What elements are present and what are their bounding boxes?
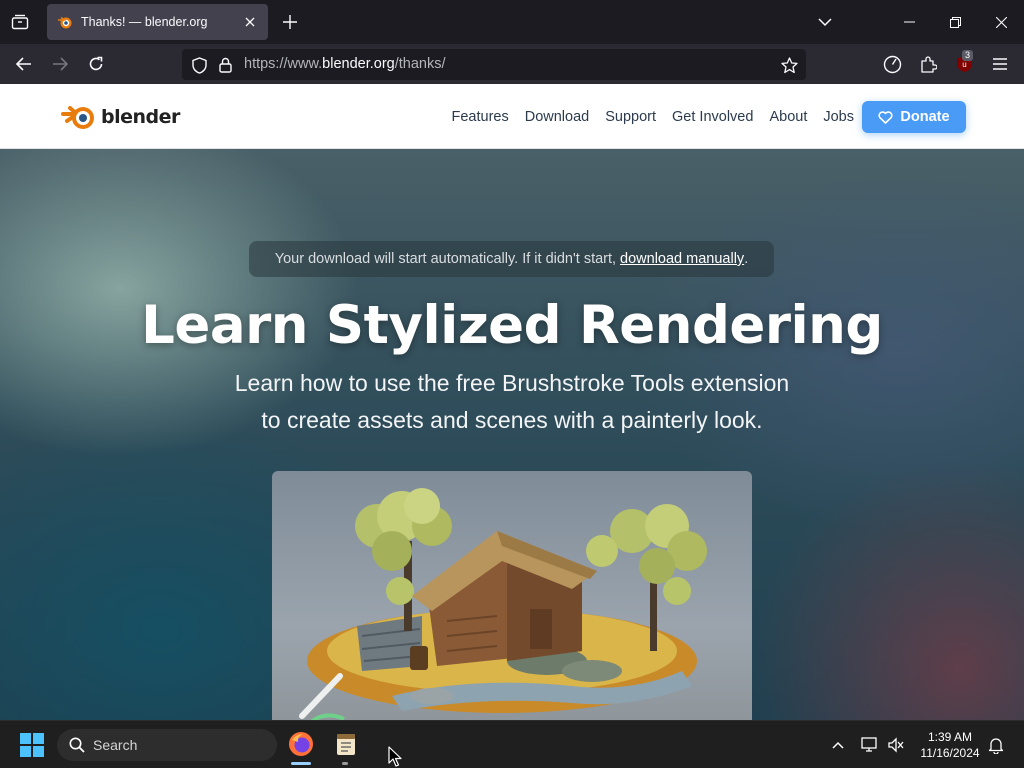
site-header: blender Features Download Support Get In… xyxy=(0,84,1024,149)
browser-tab-bar: Thanks! — blender.org xyxy=(0,0,1024,44)
tab-list-icon[interactable] xyxy=(8,10,32,34)
taskbar-clock[interactable]: 1:39 AM 11/16/2024 xyxy=(915,729,985,761)
volume-muted-icon[interactable] xyxy=(886,735,906,755)
hero-subtitle-line-1: Learn how to use the free Brushstroke To… xyxy=(234,370,790,396)
nav-jobs[interactable]: Jobs xyxy=(823,109,854,125)
tab-close-icon[interactable] xyxy=(242,14,258,30)
app-menu-icon[interactable] xyxy=(988,52,1012,76)
clock-date: 11/16/2024 xyxy=(920,746,980,760)
hero-section: Your download will start automatically. … xyxy=(0,149,1024,720)
back-icon[interactable] xyxy=(12,52,36,76)
sync-account-icon[interactable] xyxy=(880,52,904,76)
close-window-icon[interactable] xyxy=(986,8,1016,36)
notice-end: . xyxy=(744,251,749,267)
mouse-cursor-icon xyxy=(388,746,402,767)
nav-features[interactable]: Features xyxy=(452,109,509,125)
firefox-icon[interactable] xyxy=(288,731,314,757)
shield-icon[interactable] xyxy=(190,56,208,74)
show-hidden-icons-chevron-icon[interactable] xyxy=(828,735,848,755)
hero-image-stylized-hut-scene[interactable] xyxy=(272,471,752,720)
heart-icon xyxy=(878,110,894,124)
notice-text: Your download will start automatically. … xyxy=(274,251,617,267)
network-icon[interactable] xyxy=(860,735,880,755)
blender-logo-icon xyxy=(61,106,94,129)
active-tab[interactable]: Thanks! — blender.org xyxy=(47,4,268,40)
screen: Thanks! — blender.org https://www.blende… xyxy=(0,0,1024,768)
donate-label: Donate xyxy=(900,109,950,125)
url-prefix: https://www. xyxy=(244,56,323,72)
notepad-running-indicator xyxy=(342,762,348,765)
notification-bell-icon[interactable] xyxy=(986,735,1006,755)
donate-button[interactable]: Donate xyxy=(862,101,966,133)
hero-title: Learn Stylized Rendering xyxy=(141,295,883,356)
nav-get-involved[interactable]: Get Involved xyxy=(672,109,753,125)
forward-icon[interactable] xyxy=(48,52,72,76)
blender-favicon-icon xyxy=(58,16,72,29)
restore-window-icon[interactable] xyxy=(940,8,970,36)
windows-start-icon[interactable] xyxy=(20,733,44,757)
minimize-window-icon[interactable] xyxy=(894,8,924,36)
blender-logo[interactable]: blender xyxy=(61,101,180,133)
notepad-icon[interactable] xyxy=(333,731,359,757)
new-tab-icon[interactable] xyxy=(279,11,301,33)
browser-toolbar: https://www.blender.org/thanks/ u xyxy=(0,44,1024,84)
nav-about[interactable]: About xyxy=(769,109,807,125)
clock-time: 1:39 AM xyxy=(927,730,973,744)
reload-icon[interactable] xyxy=(84,52,108,76)
download-manually-link[interactable]: download manually xyxy=(620,251,744,267)
taskbar-search[interactable]: Search xyxy=(57,729,277,761)
address-bar[interactable]: https://www.blender.org/thanks/ xyxy=(182,49,806,80)
search-label: Search xyxy=(93,737,138,753)
firefox-active-indicator xyxy=(291,762,311,765)
hero-subtitle-line-2: to create assets and scenes with a paint… xyxy=(261,407,763,433)
nav-support[interactable]: Support xyxy=(605,109,656,125)
search-icon xyxy=(69,737,85,753)
download-notice: Your download will start automatically. … xyxy=(249,241,774,277)
site-nav: Features Download Support Get Involved A… xyxy=(436,84,855,149)
taskbar: Search 1:39 AM 11/16/2024 xyxy=(0,720,1024,768)
bookmark-star-icon[interactable] xyxy=(780,56,798,74)
extension-badge: 3 xyxy=(962,50,974,61)
url-domain: blender.org xyxy=(322,56,395,72)
logo-text: blender xyxy=(101,106,180,128)
tab-title: Thanks! — blender.org xyxy=(81,15,208,29)
url-text[interactable]: https://www.blender.org/thanks/ xyxy=(244,56,446,72)
url-path: /thanks/ xyxy=(394,56,446,72)
lock-icon[interactable] xyxy=(216,56,234,74)
nav-download[interactable]: Download xyxy=(525,109,590,125)
extensions-puzzle-icon[interactable] xyxy=(916,52,940,76)
list-all-tabs-icon[interactable] xyxy=(815,12,835,32)
svg-text:u: u xyxy=(962,60,966,69)
